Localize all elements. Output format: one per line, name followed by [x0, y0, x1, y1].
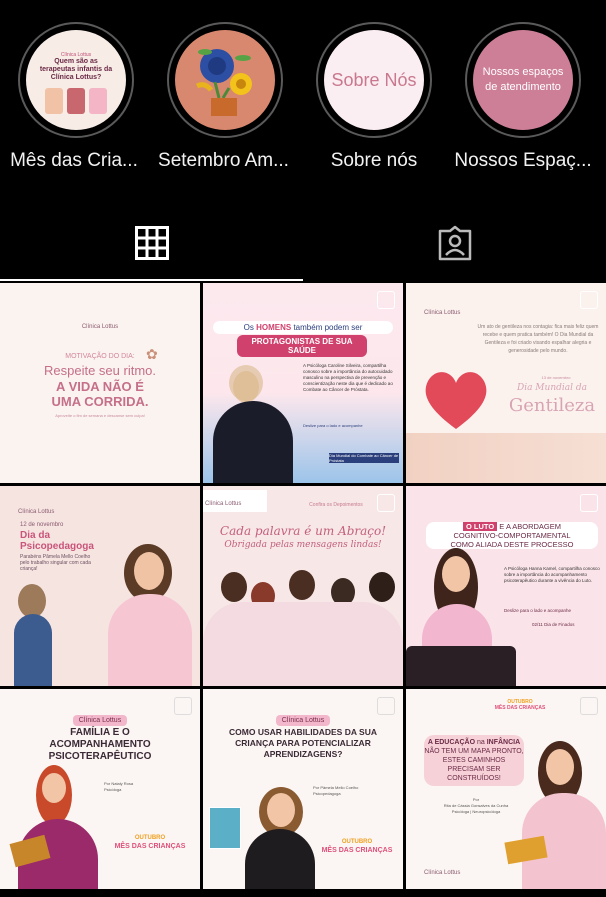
- tab-grid[interactable]: [0, 205, 303, 281]
- post-cta: Deslize para o lado e acompanhe: [303, 423, 363, 428]
- post-educacao[interactable]: OUTUBRO MÊS DAS CRIANÇAS A EDUCAÇÃO na I…: [406, 689, 606, 889]
- post-brand: Clínica Lottus: [18, 509, 55, 515]
- cover-photos: [45, 88, 107, 114]
- highlight-cover: Clínica Lottus Quem são as terapeutas in…: [26, 30, 126, 130]
- post-body: Parabéns Pâmela Mello Coelho pelo trabal…: [20, 554, 91, 572]
- tagged-person-icon: [438, 225, 471, 261]
- post-tag: Confira os Depoimentos: [309, 502, 363, 508]
- multiple-images-icon: [377, 291, 395, 309]
- post-body: A Psicóloga Caroline Silveira, compartil…: [303, 363, 393, 392]
- highlight-sobre-nos[interactable]: Sobre Nós Sobre nós: [299, 22, 449, 172]
- highlight-setembro[interactable]: Setembro Am...: [150, 22, 300, 172]
- highlight-criancas[interactable]: Clínica Lottus Quem são as terapeutas in…: [1, 22, 151, 172]
- active-tab-indicator: [0, 279, 303, 281]
- post-body: A Psicóloga Hanna Kamel, compartilha con…: [504, 566, 600, 583]
- highlight-label: Sobre nós: [330, 150, 418, 171]
- post-psicopedagoga[interactable]: Clínica Lottus 12 de novembro Dia da Psi…: [0, 486, 200, 686]
- grid-icon: [134, 226, 169, 260]
- post-title: O LUTO E A ABORDAGEM COGNITIVO-COMPORTAM…: [426, 522, 598, 549]
- post-title: Dia da Psicopedagoga: [20, 530, 94, 552]
- post-cta: Deslize para o lado e acompanhe: [504, 608, 572, 613]
- flower-decoration-icon: ✿: [146, 346, 158, 362]
- post-brand: Clínica Lottus: [203, 490, 267, 512]
- post-script2: Obrigada pelas mensagens lindas!: [224, 540, 382, 550]
- post-brand: Clínica Lottus: [424, 870, 461, 876]
- post-habilidades[interactable]: Clínica Lottus COMO USAR HABILIDADES DA …: [203, 689, 403, 889]
- tab-tagged[interactable]: [303, 205, 606, 281]
- flowers-icon: [195, 49, 252, 116]
- highlight-ring: Nossos espaços de atendimento: [465, 22, 581, 138]
- post-badge2: MÊS DAS CRIANÇAS: [114, 843, 186, 850]
- post-date: 13 de novembro: [541, 375, 571, 380]
- cover-title: Nossos espaços de atendimento: [482, 66, 564, 93]
- post-author: Por Pâmela Mello Coelho: [313, 785, 359, 790]
- post-title: FAMÍLIA E O ACOMPANHAMENTO PSICOTERAPÊUT…: [48, 727, 152, 762]
- post-title: Os HOMENS também podem ser: [213, 321, 393, 334]
- post-script: Dia Mundial da: [516, 383, 587, 393]
- post-brand: Clínica Lottus: [81, 324, 119, 330]
- post-familia[interactable]: Clínica Lottus FAMÍLIA E O ACOMPANHAMENT…: [0, 689, 200, 889]
- post-homens[interactable]: Os HOMENS também podem ser PROTAGONISTAS…: [203, 283, 403, 483]
- post-role: Psicopedagoga: [313, 791, 341, 796]
- multiple-images-icon: [377, 494, 395, 512]
- highlight-espacos[interactable]: Nossos espaços de atendimento Nossos Esp…: [448, 22, 598, 172]
- highlight-ring: Clínica Lottus Quem são as terapeutas in…: [18, 22, 134, 138]
- post-motivacao[interactable]: Clínica Lottus MOTIVAÇÃO DO DIA: Respeit…: [0, 283, 200, 483]
- highlight-ring: Sobre Nós: [316, 22, 432, 138]
- multiple-images-icon: [377, 697, 395, 715]
- post-brand: Clínica Lottus: [424, 310, 461, 316]
- highlight-label: Mês das Cria...: [10, 150, 138, 171]
- post-body: A EDUCAÇÃO na INFÂNCIA NÃO TEM UM MAPA P…: [424, 735, 524, 786]
- highlight-label: Nossos Espaç...: [454, 150, 592, 171]
- highlight-label: Setembro Am...: [158, 150, 289, 171]
- post-author: Por: [472, 797, 480, 802]
- post-author: Por Nataly Rosa: [104, 781, 134, 786]
- post-date: 02/11 Dia de Finados: [532, 622, 575, 627]
- post-gentileza[interactable]: Clínica Lottus Um ato de gentileza nos c…: [406, 283, 606, 483]
- highlight-ring: [167, 22, 283, 138]
- highlight-cover: Nossos espaços de atendimento: [473, 30, 573, 130]
- cover-title: Quem são as terapeutas infantis da Clíni…: [39, 58, 113, 81]
- highlight-cover: Sobre Nós: [324, 30, 424, 130]
- highlight-cover: [175, 30, 275, 130]
- post-line1: Respeite seu ritmo.: [44, 363, 156, 378]
- multiple-images-icon: [580, 494, 598, 512]
- post-kicker: MOTIVAÇÃO DO DIA:: [65, 353, 135, 360]
- post-role: Psicóloga | Neuropsicóloga: [451, 809, 501, 814]
- post-title: Gentileza: [508, 395, 596, 416]
- post-role: Psicóloga: [104, 787, 122, 792]
- post-badge2: MÊS DAS CRIANÇAS: [321, 847, 393, 854]
- multiple-images-icon: [174, 697, 192, 715]
- post-brand: Clínica Lottus: [273, 709, 333, 727]
- post-brand: Clínica Lottus: [70, 709, 130, 727]
- cover-title: Sobre Nós: [331, 69, 417, 90]
- post-script1: Cada palavra é um Abraço!: [219, 524, 387, 538]
- multiple-images-icon: [580, 291, 598, 309]
- post-badge2: MÊS DAS CRIANÇAS: [494, 705, 546, 711]
- post-luto[interactable]: O LUTO E A ABORDAGEM COGNITIVO-COMPORTAM…: [406, 486, 606, 686]
- post-badge1: OUTUBRO: [134, 835, 166, 841]
- story-highlights: Clínica Lottus Quem são as terapeutas in…: [0, 0, 606, 195]
- post-caption: Aproveite o fim de semana e descanse sem…: [55, 413, 145, 418]
- heart-icon: [425, 372, 487, 429]
- profile-tabs: [0, 205, 606, 281]
- post-body: Um ato de gentileza nos contagia: fica m…: [477, 324, 599, 354]
- post-title-line2: PROTAGONISTAS DE SUA SAÚDE: [237, 335, 367, 357]
- post-author-name: Rita de Cássia Gonsalves da Cunha: [443, 803, 509, 808]
- post-date: 12 de novembro: [20, 522, 64, 528]
- post-depoimentos[interactable]: Clínica Lottus Confira os Depoimentos Ca…: [203, 486, 403, 686]
- photo-hands: [406, 433, 606, 483]
- post-line2: A VIDA NÃO É UMA CORRIDA.: [51, 379, 149, 409]
- multiple-images-icon: [580, 697, 598, 715]
- post-tag: Dia Mundial do Combate ao Câncer de Prós…: [329, 453, 399, 463]
- posts-grid: Clínica Lottus MOTIVAÇÃO DO DIA: Respeit…: [0, 283, 606, 897]
- post-title: COMO USAR HABILIDADES DA SUA CRIANÇA PAR…: [229, 727, 377, 759]
- post-badge1: OUTUBRO: [341, 839, 373, 845]
